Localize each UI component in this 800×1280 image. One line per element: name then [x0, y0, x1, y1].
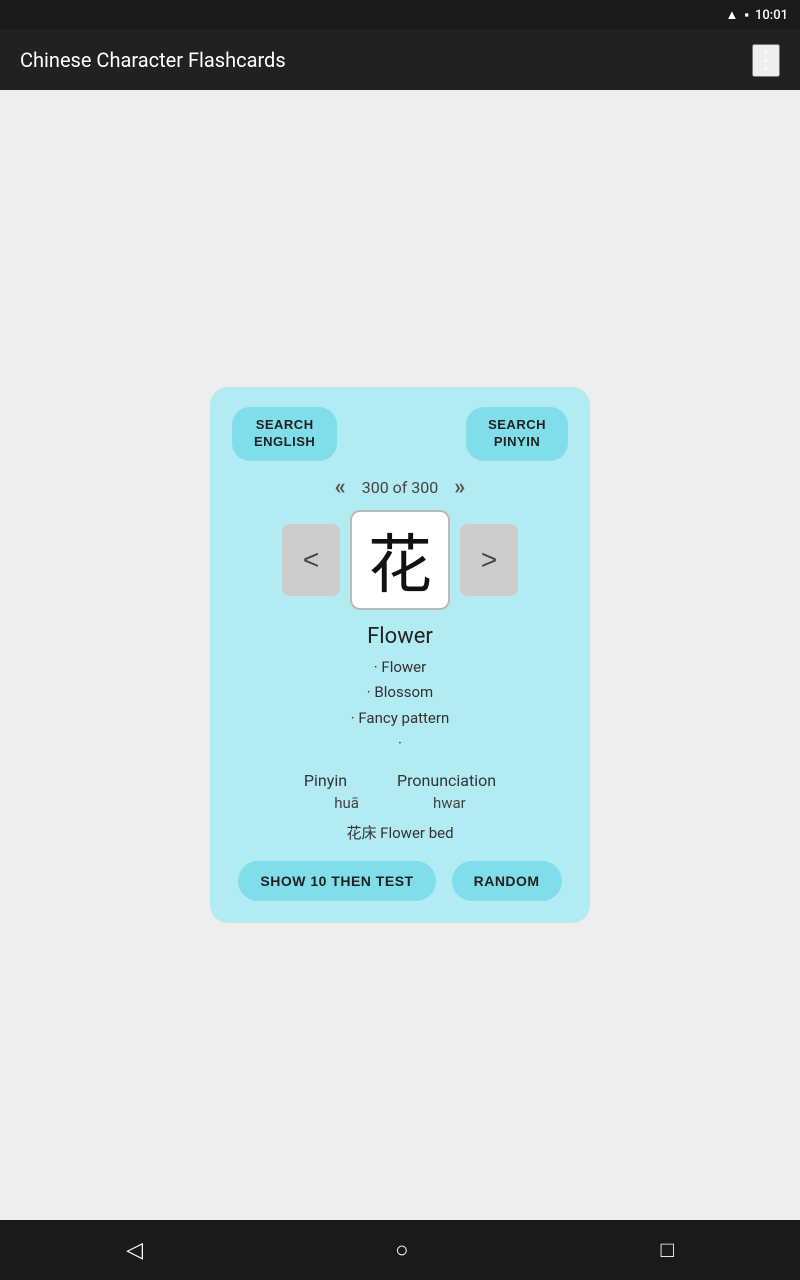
show-test-button[interactable]: SHOW 10 THEN TEST [238, 861, 435, 901]
battery-icon: ▪ [744, 7, 749, 23]
recent-apps-button[interactable]: □ [661, 1237, 674, 1263]
home-button[interactable]: ○ [395, 1237, 408, 1263]
next-button[interactable]: > [460, 524, 518, 596]
main-content: SEARCHENGLISH SEARCHPINYIN « 300 of 300 … [0, 90, 800, 1220]
pinyin-value: huā [334, 794, 359, 812]
prev-button[interactable]: < [282, 524, 340, 596]
character-card[interactable]: 花 [350, 510, 450, 610]
meaning-title: Flower [367, 624, 433, 649]
back-button[interactable]: ◁ [126, 1237, 143, 1263]
card-counter: 300 of 300 [362, 478, 439, 497]
double-next-arrow[interactable]: » [454, 475, 465, 500]
random-button[interactable]: RANDOM [452, 861, 562, 901]
double-prev-arrow[interactable]: « [335, 475, 346, 500]
pinyin-label: Pinyin [304, 771, 347, 790]
flashcard-container: SEARCHENGLISH SEARCHPINYIN « 300 of 300 … [210, 387, 590, 923]
signal-icon: ▲ [726, 7, 739, 23]
pronunciation-label: Pronunciation [397, 771, 496, 790]
pinyin-values-row: huā hwar [334, 794, 465, 812]
pronunciation-value: hwar [433, 794, 466, 812]
definitions: · Flower · Blossom · Fancy pattern · [351, 655, 450, 757]
search-pinyin-button[interactable]: SEARCHPINYIN [466, 407, 568, 461]
definition-4: · [351, 731, 450, 757]
definition-2: · Blossom [351, 680, 450, 706]
definition-3: · Fancy pattern [351, 706, 450, 732]
search-row: SEARCHENGLISH SEARCHPINYIN [232, 407, 568, 461]
more-options-button[interactable]: ⋮ [752, 44, 780, 77]
bottom-nav-bar: ◁ ○ □ [0, 1220, 800, 1280]
time-display: 10:01 [755, 8, 788, 23]
app-bar: Chinese Character Flashcards ⋮ [0, 30, 800, 90]
definition-1: · Flower [351, 655, 450, 681]
status-bar: ▲ ▪ 10:01 [0, 0, 800, 30]
bottom-buttons-row: SHOW 10 THEN TEST RANDOM [232, 861, 568, 901]
compound-text: 花床 Flower bed [346, 822, 453, 843]
app-title: Chinese Character Flashcards [20, 48, 286, 72]
pinyin-labels-row: Pinyin Pronunciation [304, 771, 496, 790]
card-row: < 花 > [282, 510, 518, 610]
search-english-button[interactable]: SEARCHENGLISH [232, 407, 337, 461]
nav-counter-row: « 300 of 300 » [335, 475, 466, 500]
